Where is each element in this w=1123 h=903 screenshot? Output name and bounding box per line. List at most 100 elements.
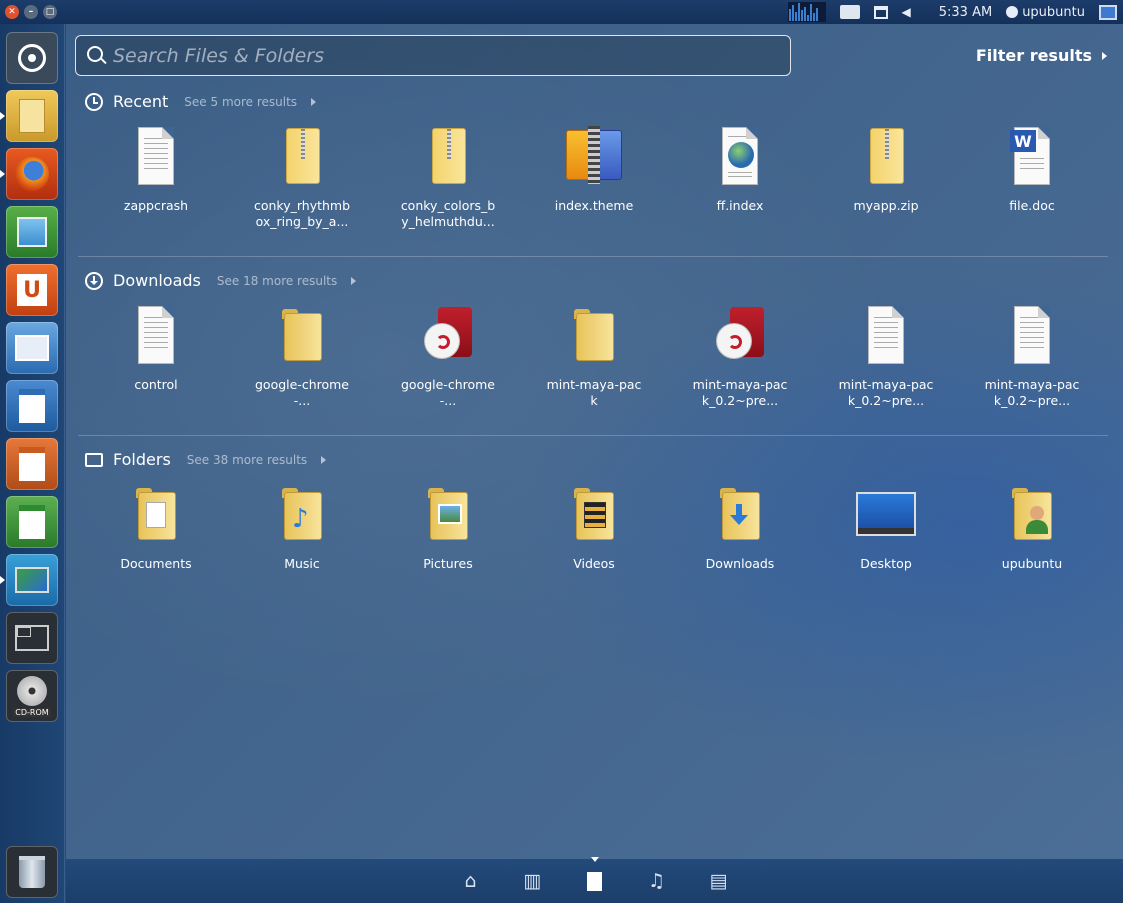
result-item[interactable]: index.theme: [521, 124, 667, 230]
result-item[interactable]: Documents: [83, 482, 229, 572]
video-lens-icon[interactable]: ▤: [707, 869, 731, 893]
pictures-folder-icon: [416, 482, 480, 546]
lens-bar: ⌂ ▥ ♫ ▤: [66, 857, 1123, 903]
theme-file-icon: [562, 124, 626, 188]
dash-home-button[interactable]: [6, 32, 58, 84]
writer-icon: [19, 389, 45, 423]
result-item[interactable]: zappcrash: [83, 124, 229, 230]
result-label: Videos: [573, 556, 615, 571]
result-item[interactable]: mint-maya-pack_0.2~pre...: [667, 303, 813, 409]
user-menu[interactable]: upubuntu: [1006, 5, 1085, 20]
result-item[interactable]: conky_colors_by_helmuthdu...: [375, 124, 521, 230]
search-box[interactable]: [75, 35, 791, 76]
result-item[interactable]: mint-maya-pack_0.2~pre...: [813, 303, 959, 409]
result-item[interactable]: W file.doc: [959, 124, 1105, 230]
text-file-icon: [854, 303, 918, 367]
top-panel: ✕ – □ ◀ 5:33 AM upubuntu: [0, 0, 1123, 24]
trash-icon: [19, 856, 45, 888]
result-label: Pictures: [423, 556, 473, 571]
dash-panel: Filter results Recent See 5 more results…: [66, 24, 1123, 859]
launcher-libreoffice-calc[interactable]: [6, 496, 58, 548]
launcher-cd-rom[interactable]: CD-ROM: [6, 670, 58, 722]
see-more-arrow-icon: [351, 276, 357, 285]
see-more-arrow-icon: [321, 455, 327, 464]
text-file-icon: [1000, 303, 1064, 367]
home-lens-icon[interactable]: ⌂: [459, 869, 483, 893]
volume-icon[interactable]: ◀: [902, 5, 911, 19]
result-label: Documents: [120, 556, 192, 571]
result-item[interactable]: myapp.zip: [813, 124, 959, 230]
messaging-icon[interactable]: [839, 5, 860, 19]
system-monitor-icon[interactable]: [787, 2, 826, 22]
result-item[interactable]: Pictures: [375, 482, 521, 572]
applications-lens-icon[interactable]: ▥: [521, 869, 545, 893]
display-icon[interactable]: [1099, 4, 1117, 20]
user-name: upubuntu: [1022, 4, 1085, 20]
launcher-trash[interactable]: [6, 846, 58, 898]
clock[interactable]: 5:33 AM: [939, 5, 992, 20]
launcher: U CD-ROM: [0, 24, 65, 903]
launcher-firefox[interactable]: [6, 148, 58, 200]
result-label: Desktop: [860, 556, 912, 571]
result-label: conky_rhythmbox_ring_by_a...: [253, 198, 351, 229]
result-item[interactable]: mint-maya-pack: [521, 303, 667, 409]
maximize-icon[interactable]: □: [43, 5, 57, 19]
see-more-link[interactable]: See 5 more results: [184, 95, 297, 109]
indicator-area: ◀ 5:33 AM upubuntu: [787, 0, 1117, 24]
result-label: ff.index: [716, 198, 764, 213]
result-label: conky_colors_by_helmuthdu...: [400, 198, 496, 229]
text-file-icon: [124, 124, 188, 188]
result-item[interactable]: google-chrome-...: [375, 303, 521, 409]
result-item[interactable]: ff.index: [667, 124, 813, 230]
cd-rom-label: CD-ROM: [13, 707, 51, 717]
search-icon: [87, 45, 107, 66]
launcher-libreoffice-impress[interactable]: [6, 438, 58, 490]
downloads-folder-icon: [708, 482, 772, 546]
firefox-icon: [15, 157, 49, 191]
videos-folder-icon: [562, 482, 626, 546]
section-divider: [78, 256, 1108, 257]
launcher-workspace-switcher[interactable]: [6, 612, 58, 664]
launcher-software-center[interactable]: U: [6, 264, 58, 316]
launcher-libreoffice-writer[interactable]: [6, 380, 58, 432]
result-label: index.theme: [554, 198, 634, 213]
result-item[interactable]: mint-maya-pack_0.2~pre...: [959, 303, 1105, 409]
files-lens-icon[interactable]: [583, 857, 607, 893]
result-item[interactable]: Desktop: [813, 482, 959, 572]
result-item[interactable]: ♪ Music: [229, 482, 375, 572]
ubuntu-logo-icon: [18, 44, 46, 72]
result-label: mint-maya-pack_0.2~pre...: [838, 377, 934, 408]
result-label: google-chrome-...: [254, 377, 349, 408]
section-folders-header: Folders See 38 more results: [85, 450, 327, 469]
debian-package-icon: [416, 303, 480, 367]
web-document-icon: [708, 124, 772, 188]
result-item[interactable]: google-chrome-...: [229, 303, 375, 409]
search-input[interactable]: [113, 44, 753, 67]
result-label: control: [134, 377, 178, 392]
music-lens-icon[interactable]: ♫: [645, 869, 669, 893]
minimize-icon[interactable]: –: [24, 5, 38, 19]
filter-results-button[interactable]: Filter results: [976, 46, 1107, 65]
result-label: myapp.zip: [853, 198, 919, 213]
result-item[interactable]: conky_rhythmbox_ring_by_a...: [229, 124, 375, 230]
result-label: Downloads: [705, 556, 775, 571]
home-folder-icon: [1000, 482, 1064, 546]
result-item[interactable]: upubuntu: [959, 482, 1105, 572]
remote-desktop-icon: [15, 567, 49, 593]
launcher-remote-desktop[interactable]: [6, 554, 58, 606]
impress-icon: [19, 447, 45, 481]
launcher-files[interactable]: [6, 90, 58, 142]
launcher-system-settings[interactable]: [6, 322, 58, 374]
see-more-link[interactable]: See 18 more results: [217, 274, 337, 288]
close-icon[interactable]: ✕: [5, 5, 19, 19]
user-icon: [1006, 6, 1019, 18]
settings-icon: [15, 335, 49, 361]
calc-icon: [19, 505, 45, 539]
section-title: Downloads: [113, 271, 201, 290]
result-item[interactable]: control: [83, 303, 229, 409]
see-more-link[interactable]: See 38 more results: [187, 453, 307, 467]
launcher-shotwell[interactable]: [6, 206, 58, 258]
result-item[interactable]: Downloads: [667, 482, 813, 572]
network-icon[interactable]: [873, 5, 888, 19]
result-item[interactable]: Videos: [521, 482, 667, 572]
